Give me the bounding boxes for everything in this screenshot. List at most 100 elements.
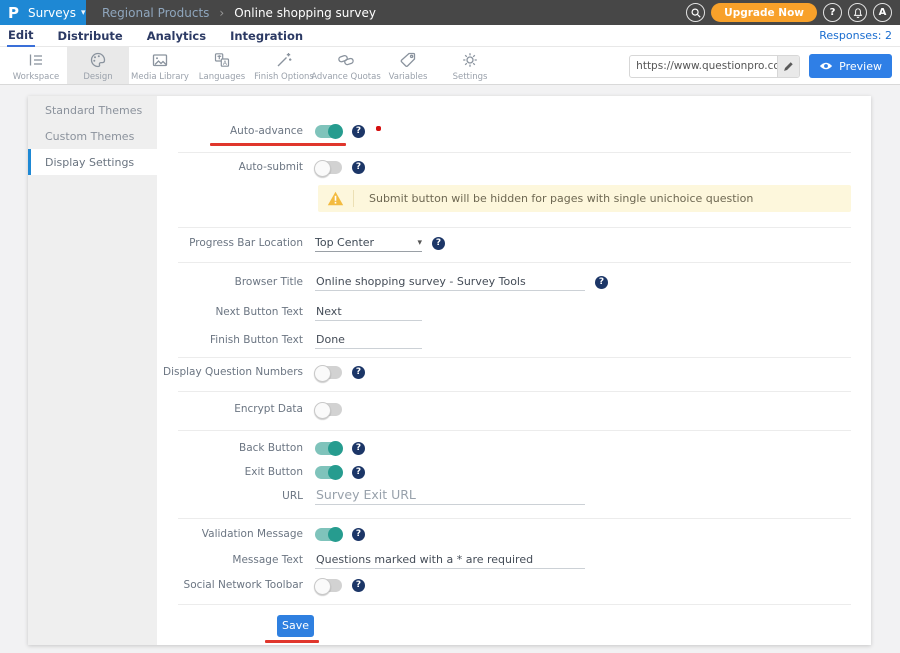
exit-url-row: URL xyxy=(157,484,871,508)
auto-submit-warning: Submit button will be hidden for pages w… xyxy=(318,185,851,212)
message-text-row: Message Text xyxy=(157,548,871,572)
exit-button-help-icon[interactable]: ? xyxy=(352,466,365,479)
divider xyxy=(178,430,851,431)
social-network-toolbar-toggle[interactable] xyxy=(315,579,342,592)
display-question-numbers-label: Display Question Numbers xyxy=(157,366,307,378)
divider xyxy=(178,262,851,263)
browser-title-help-icon[interactable]: ? xyxy=(595,276,608,289)
preview-button[interactable]: Preview xyxy=(809,54,892,78)
toolbar-right: https://www.questionpro.com/t/APNrFZ Pre… xyxy=(629,47,892,85)
nav-tab-analytics[interactable]: Analytics xyxy=(146,26,207,46)
toolbar-item-advance-quotas[interactable]: Advance Quotas xyxy=(315,47,377,84)
upgrade-now-button[interactable]: Upgrade Now xyxy=(711,3,817,22)
finish-button-text-row: Finish Button Text xyxy=(157,328,871,352)
toolbar-item-languages[interactable]: A Languages xyxy=(191,47,253,84)
sidebar-item-standard-themes[interactable]: Standard Themes xyxy=(28,97,157,123)
finish-button-text-input[interactable] xyxy=(315,331,422,349)
eye-icon xyxy=(819,61,833,71)
divider xyxy=(178,357,851,358)
notifications-bell-icon[interactable] xyxy=(848,3,867,22)
message-text-input[interactable] xyxy=(315,551,585,569)
toolbar-label: Media Library xyxy=(131,72,189,82)
nav-tab-edit[interactable]: Edit xyxy=(7,25,35,47)
toolbar-label: Advance Quotas xyxy=(311,72,381,82)
toolbar-item-media-library[interactable]: Media Library xyxy=(129,47,191,84)
chevron-down-icon: ▾ xyxy=(417,238,422,248)
display-settings-card: Standard Themes Custom Themes Display Se… xyxy=(28,96,871,645)
back-button-row: Back Button ? xyxy=(157,436,871,460)
auto-submit-label: Auto-submit xyxy=(157,161,307,173)
validation-message-row: Validation Message ? xyxy=(157,522,871,546)
progress-bar-help-icon[interactable]: ? xyxy=(432,237,445,250)
progress-bar-location-label: Progress Bar Location xyxy=(157,237,307,249)
toolbar-item-workspace[interactable]: Workspace xyxy=(5,47,67,84)
encrypt-data-toggle[interactable] xyxy=(315,403,342,416)
display-question-numbers-help-icon[interactable]: ? xyxy=(352,366,365,379)
save-button[interactable]: Save xyxy=(277,615,314,637)
nav-tab-integration[interactable]: Integration xyxy=(229,26,304,46)
breadcrumb: Regional Products › Online shopping surv… xyxy=(102,6,376,20)
next-button-text-label: Next Button Text xyxy=(157,306,307,318)
survey-url-box: https://www.questionpro.com/t/APNrFZ xyxy=(629,55,800,78)
auto-submit-help-icon[interactable]: ? xyxy=(352,161,365,174)
design-toolbar: Workspace Design Media Library A Languag… xyxy=(0,47,900,85)
responses-count[interactable]: Responses: 2 xyxy=(819,29,892,42)
auto-submit-row: Auto-submit ? xyxy=(157,155,871,179)
divider xyxy=(178,518,851,519)
breadcrumb-parent[interactable]: Regional Products xyxy=(102,6,209,20)
annotation-underline-save xyxy=(265,640,319,643)
next-button-text-input[interactable] xyxy=(315,303,422,321)
sidebar-item-custom-themes[interactable]: Custom Themes xyxy=(28,123,157,149)
search-icon[interactable] xyxy=(686,3,705,22)
toolbar-label: Design xyxy=(83,72,112,82)
sidebar-item-display-settings[interactable]: Display Settings xyxy=(28,149,157,175)
help-icon[interactable]: ? xyxy=(823,3,842,22)
toolbar-label: Workspace xyxy=(13,72,59,82)
design-palette-icon xyxy=(88,50,108,70)
themes-sidebar: Standard Themes Custom Themes Display Se… xyxy=(28,96,157,645)
back-button-help-icon[interactable]: ? xyxy=(352,442,365,455)
nav-tab-distribute[interactable]: Distribute xyxy=(57,26,124,46)
social-network-toolbar-help-icon[interactable]: ? xyxy=(352,579,365,592)
toolbar-item-settings[interactable]: Settings xyxy=(439,47,501,84)
exit-button-row: Exit Button ? xyxy=(157,460,871,484)
advance-quotas-chain-icon xyxy=(336,50,356,70)
browser-title-row: Browser Title ? xyxy=(157,270,871,294)
avatar[interactable]: A xyxy=(873,3,892,22)
back-button-toggle[interactable] xyxy=(315,442,342,455)
progress-bar-location-value: Top Center xyxy=(315,236,374,249)
toolbar-item-finish-options[interactable]: Finish Options xyxy=(253,47,315,84)
exit-url-input[interactable] xyxy=(315,487,585,505)
divider xyxy=(178,152,851,153)
media-library-icon xyxy=(150,50,170,70)
auto-advance-help-icon[interactable]: ? xyxy=(352,125,365,138)
next-button-text-row: Next Button Text xyxy=(157,300,871,324)
auto-advance-toggle[interactable] xyxy=(315,125,342,138)
validation-message-help-icon[interactable]: ? xyxy=(352,528,365,541)
primary-nav: Edit Distribute Analytics Integration Re… xyxy=(0,25,900,47)
validation-message-toggle[interactable] xyxy=(315,528,342,541)
save-row: Save xyxy=(157,614,871,637)
back-button-label: Back Button xyxy=(157,442,307,454)
variables-tag-icon xyxy=(398,50,418,70)
preview-label: Preview xyxy=(839,60,882,73)
progress-bar-location-select[interactable]: Top Center ▾ xyxy=(315,234,422,252)
browser-title-input[interactable] xyxy=(315,273,585,291)
encrypt-data-label: Encrypt Data xyxy=(157,403,307,415)
display-question-numbers-toggle[interactable] xyxy=(315,366,342,379)
surveys-menu[interactable]: P Surveys ▾ xyxy=(0,0,86,25)
edit-url-pencil-icon[interactable] xyxy=(777,56,799,77)
survey-url-value[interactable]: https://www.questionpro.com/t/APNrFZ xyxy=(630,60,777,72)
message-text-label: Message Text xyxy=(157,554,307,566)
toolbar-item-variables[interactable]: Variables xyxy=(377,47,439,84)
warning-text: Submit button will be hidden for pages w… xyxy=(354,192,753,205)
encrypt-data-row: Encrypt Data xyxy=(157,397,871,421)
workspace-icon xyxy=(26,50,46,70)
browser-title-label: Browser Title xyxy=(157,276,307,288)
exit-button-toggle[interactable] xyxy=(315,466,342,479)
auto-submit-toggle[interactable] xyxy=(315,161,342,174)
validation-message-label: Validation Message xyxy=(157,528,307,540)
header-actions: Upgrade Now ? A xyxy=(686,0,892,25)
toolbar-label: Finish Options xyxy=(254,72,314,82)
toolbar-item-design[interactable]: Design xyxy=(67,47,129,84)
